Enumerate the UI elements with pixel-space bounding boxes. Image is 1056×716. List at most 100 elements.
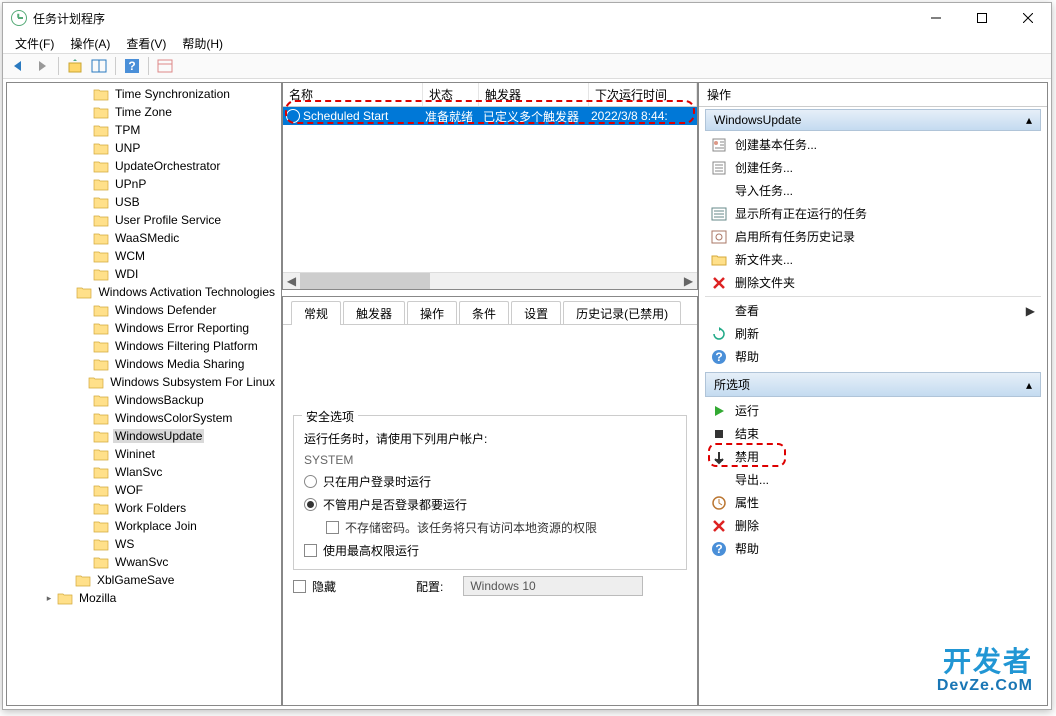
play-icon [711, 403, 727, 419]
menu-view[interactable]: 查看(V) [118, 33, 174, 53]
action-item[interactable]: ?帮助 [705, 345, 1041, 368]
action-item[interactable]: 运行 [705, 399, 1041, 422]
action-item[interactable]: 新文件夹... [705, 248, 1041, 271]
action-item[interactable]: 删除 [705, 514, 1041, 537]
action-item[interactable]: 创建任务... [705, 156, 1041, 179]
help-icon: ? [711, 541, 727, 557]
tree-item[interactable]: Workplace Join [7, 517, 281, 535]
svg-text:?: ? [128, 59, 135, 73]
tree-item[interactable]: Wininet [7, 445, 281, 463]
maximize-button[interactable] [959, 3, 1005, 33]
tree-item[interactable]: WOF [7, 481, 281, 499]
menu-action[interactable]: 操作(A) [62, 33, 118, 53]
action-item[interactable]: ?帮助 [705, 537, 1041, 560]
close-button[interactable] [1005, 3, 1051, 33]
tree-item[interactable]: ▸Mozilla [7, 589, 281, 607]
security-fieldset: 安全选项 运行任务时，请使用下列用户帐户: SYSTEM 只在用户登录时运行 不… [293, 415, 687, 570]
tree-item[interactable]: Windows Media Sharing [7, 355, 281, 373]
action-item[interactable]: 启用所有任务历史记录 [705, 225, 1041, 248]
tree-item[interactable]: Windows Subsystem For Linux [7, 373, 281, 391]
tab-settings[interactable]: 设置 [511, 301, 561, 325]
minimize-button[interactable] [913, 3, 959, 33]
task-list: 名称 状态 触发器 下次运行时间 Scheduled Start 准备就绪 已定… [282, 82, 698, 290]
folder-icon [93, 412, 109, 425]
tree-item[interactable]: TPM [7, 121, 281, 139]
tree-item[interactable]: WS [7, 535, 281, 553]
tree-item[interactable]: Windows Error Reporting [7, 319, 281, 337]
tree-item[interactable]: WindowsColorSystem [7, 409, 281, 427]
tree-item[interactable]: WindowsUpdate [7, 427, 281, 445]
action-group-header-selection[interactable]: 所选项 ▴ [705, 372, 1041, 397]
tree-item[interactable]: WwanSvc [7, 553, 281, 571]
blank-icon [711, 303, 727, 319]
checkbox-no-store-pwd[interactable]: 不存储密码。该任务将只有访问本地资源的权限 [304, 519, 676, 536]
action-item[interactable]: 导入任务... [705, 179, 1041, 202]
action-item[interactable]: 禁用 [705, 445, 1041, 468]
help-icon: ? [711, 349, 727, 365]
action-group-header-windowsupdate[interactable]: WindowsUpdate ▴ [705, 109, 1041, 131]
folder-icon [93, 556, 109, 569]
history-icon [711, 229, 727, 245]
horizontal-scrollbar[interactable]: ◀ ▶ [283, 272, 697, 289]
action-item[interactable]: 显示所有正在运行的任务 [705, 202, 1041, 225]
tree-item[interactable]: WDI [7, 265, 281, 283]
checkbox-highest-priv[interactable]: 使用最高权限运行 [304, 542, 676, 559]
tree-item[interactable]: USB [7, 193, 281, 211]
forward-button[interactable] [31, 55, 53, 77]
folder-icon [93, 322, 109, 335]
pane-toggle-button[interactable] [88, 55, 110, 77]
tree-item[interactable]: WlanSvc [7, 463, 281, 481]
tree-item[interactable]: WaaSMedic [7, 229, 281, 247]
tree-item[interactable]: Work Folders [7, 499, 281, 517]
tree-item[interactable]: User Profile Service [7, 211, 281, 229]
menu-help[interactable]: 帮助(H) [174, 33, 231, 53]
action-item[interactable]: 导出... [705, 468, 1041, 491]
tree-item[interactable]: WCM [7, 247, 281, 265]
help-button[interactable]: ? [121, 55, 143, 77]
task-list-header[interactable]: 名称 状态 触发器 下次运行时间 [283, 83, 697, 107]
radio-any-logon[interactable]: 不管用户是否登录都要运行 [304, 496, 676, 513]
tab-triggers[interactable]: 触发器 [343, 301, 405, 325]
action-item[interactable]: 删除文件夹 [705, 271, 1041, 294]
col-trigger[interactable]: 触发器 [479, 83, 589, 106]
radio-only-logged-on[interactable]: 只在用户登录时运行 [304, 473, 676, 490]
run-as-user: SYSTEM [304, 453, 676, 467]
tree-item[interactable]: UNP [7, 139, 281, 157]
checkbox-hidden[interactable]: 隐藏 [293, 578, 336, 595]
action-item[interactable]: 创建基本任务... [705, 133, 1041, 156]
tree-item[interactable]: WindowsBackup [7, 391, 281, 409]
action-item[interactable]: 属性 [705, 491, 1041, 514]
tree-item[interactable]: UpdateOrchestrator [7, 157, 281, 175]
col-nextrun[interactable]: 下次运行时间 [589, 83, 697, 106]
up-button[interactable] [64, 55, 86, 77]
back-button[interactable] [7, 55, 29, 77]
tree-item[interactable]: Windows Activation Technologies [7, 283, 281, 301]
tree-item[interactable]: Windows Defender [7, 301, 281, 319]
folder-icon [93, 232, 109, 245]
tree-item[interactable]: XblGameSave [7, 571, 281, 589]
tab-general[interactable]: 常规 [291, 301, 341, 325]
menu-file[interactable]: 文件(F) [7, 33, 62, 53]
task-icon [711, 160, 727, 176]
tree-item[interactable]: UPnP [7, 175, 281, 193]
folder-tree[interactable]: Time SynchronizationTime ZoneTPMUNPUpdat… [6, 82, 282, 706]
tree-item[interactable]: Windows Filtering Platform [7, 337, 281, 355]
col-status[interactable]: 状态 [423, 83, 479, 106]
config-combo[interactable]: Windows 10 [463, 576, 643, 596]
folder-icon [93, 502, 109, 515]
task-row[interactable]: Scheduled Start 准备就绪 已定义多个触发器 2022/3/8 8… [283, 107, 697, 125]
title-bar: 任务计划程序 [3, 3, 1051, 33]
app-icon [11, 10, 27, 26]
view-button[interactable] [154, 55, 176, 77]
tree-item[interactable]: Time Zone [7, 103, 281, 121]
tab-history[interactable]: 历史记录(已禁用) [563, 301, 681, 325]
detail-panel: 常规 触发器 操作 条件 设置 历史记录(已禁用) 安全选项 运行任务时，请使用… [282, 296, 698, 706]
tree-item[interactable]: Time Synchronization [7, 85, 281, 103]
tab-conditions[interactable]: 条件 [459, 301, 509, 325]
col-name[interactable]: 名称 [283, 83, 423, 106]
toolbar: ? [3, 53, 1051, 79]
action-item[interactable]: 结束 [705, 422, 1041, 445]
action-item[interactable]: 刷新 [705, 322, 1041, 345]
tab-actions[interactable]: 操作 [407, 301, 457, 325]
action-item[interactable]: 查看▶ [705, 299, 1041, 322]
